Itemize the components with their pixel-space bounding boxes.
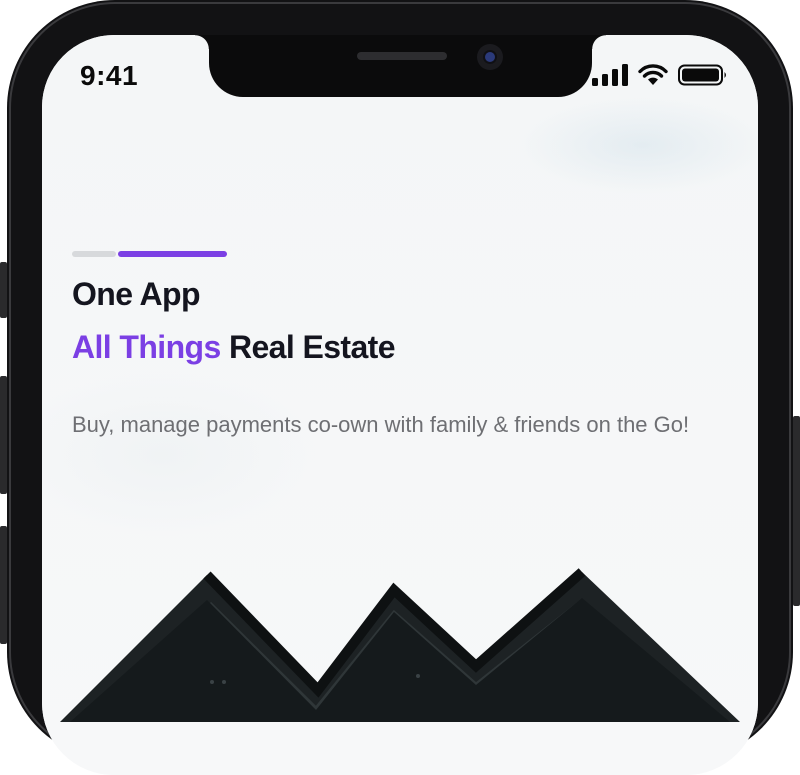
headline-line-1: One App (72, 276, 201, 312)
earpiece-speaker (357, 52, 447, 60)
onboarding-progress (72, 251, 227, 257)
headline-rest: Real Estate (228, 329, 396, 365)
camera-lens (485, 52, 495, 62)
volume-down-button[interactable] (0, 526, 7, 644)
progress-step-1 (72, 251, 116, 257)
notch (195, 35, 606, 97)
silent-switch[interactable] (0, 262, 7, 318)
cellular-signal-icon (592, 64, 628, 86)
onboarding-description: Buy, manage payments co-own with family … (72, 412, 690, 437)
headline-line-2: All Things Real Estate (72, 329, 396, 366)
battery-icon (678, 64, 726, 86)
headline-accent: All Things (72, 329, 221, 365)
status-icons (592, 63, 728, 87)
wifi-icon (638, 64, 668, 85)
status-time: 9:41 (80, 60, 139, 91)
front-camera (477, 44, 503, 70)
progress-step-2-active (118, 251, 227, 257)
volume-up-button[interactable] (0, 376, 7, 494)
power-button[interactable] (793, 416, 800, 606)
